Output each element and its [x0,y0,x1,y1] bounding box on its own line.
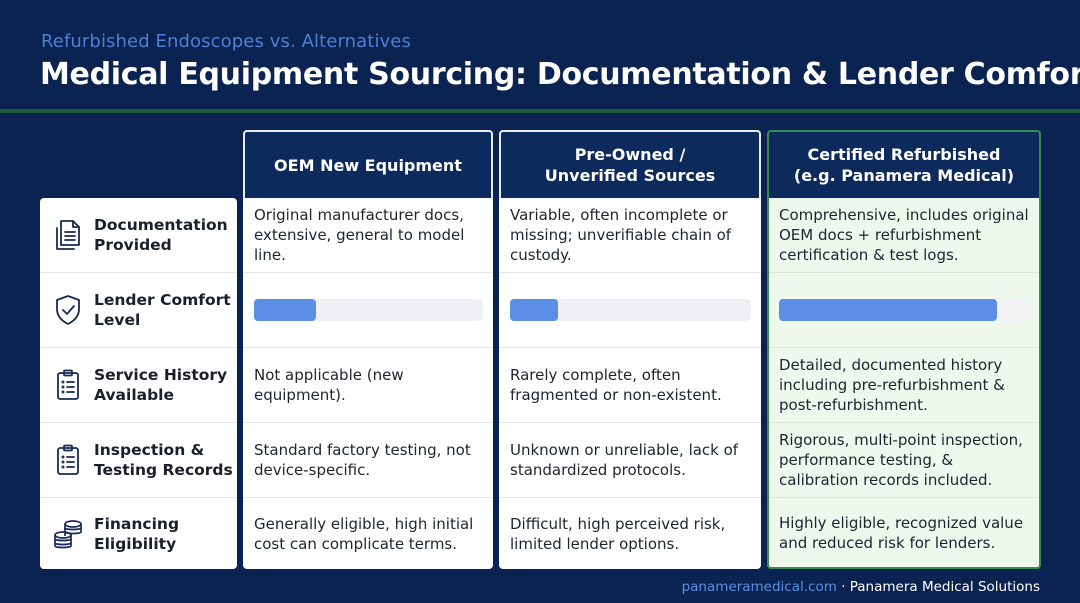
column-certified-refurbished: Comprehensive, includes original OEM doc… [767,198,1041,569]
table-cell: Rigorous, multi-point inspection, perfor… [769,423,1039,498]
lender-comfort-bar-fill [510,299,559,321]
shield-check-icon [40,293,94,327]
table-cell: Variable, often incomplete or missing; u… [499,198,761,273]
page-title: Medical Equipment Sourcing: Documentatio… [40,57,1080,92]
column-header-pre-owned: Pre-Owned / Unverified Sources [499,130,761,198]
lender-comfort-bar [510,299,751,321]
row-label-text: Documentation Provided [94,216,228,254]
column-pre-owned: Variable, often incomplete or missing; u… [499,198,761,569]
table-cell-lender-comfort [499,273,761,348]
lender-comfort-bar-fill [254,299,316,321]
row-label-text: Service History Available [94,366,228,404]
clipboard-list-icon [40,368,94,402]
document-icon [40,218,94,252]
footer-separator: · [836,579,850,595]
table-cell: Highly eligible, recognized value and re… [779,513,1024,552]
column-header-oem-new: OEM New Equipment [243,130,493,198]
row-label-service-history: Service History Available [40,348,237,423]
table-cell: Standard factory testing, not device-spe… [243,423,493,498]
company-name: Panamera Medical Solutions [849,579,1040,595]
column-oem-new: Original manufacturer docs, extensive, g… [243,198,493,569]
row-label-text: Inspection & Testing Records [94,441,233,479]
table-cell: Difficult, high perceived risk, limited … [510,514,726,553]
table-cell: Original manufacturer docs, extensive, g… [243,198,493,273]
lender-comfort-bar [779,299,1029,321]
row-label-inspection: Inspection & Testing Records [40,423,237,498]
row-label-text: Financing Eligibility [94,514,180,553]
row-label-text: Lender Comfort Level [94,291,231,329]
page-subtitle: Refurbished Endoscopes vs. Alternatives [41,31,411,52]
table-cell-lender-comfort [769,273,1039,348]
lender-comfort-bar-fill [779,299,997,321]
table-cell: Comprehensive, includes original OEM doc… [769,198,1039,273]
column-header-certified-refurbished: Certified Refurbished (e.g. Panamera Med… [767,130,1041,198]
table-cell: Rarely complete, often fragmented or non… [499,348,761,423]
table-cell: Not applicable (new equipment). [243,348,493,423]
row-labels-panel: Documentation Provided Lender Comfort Le… [40,198,237,569]
clipboard-list-icon [40,443,94,477]
footer: panameramedical.com · Panamera Medical S… [682,579,1040,595]
table-cell: Detailed, documented history including p… [769,348,1039,423]
table-cell: Unknown or unreliable, lack of standardi… [499,423,761,498]
row-label-financing: Financing Eligibility [40,498,237,569]
row-label-lender-comfort: Lender Comfort Level [40,273,237,348]
lender-comfort-bar [254,299,483,321]
title-divider [0,109,1080,113]
table-cell: Generally eligible, high initial cost ca… [254,514,474,553]
coins-stack-icon [40,518,94,550]
website-link[interactable]: panameramedical.com [682,579,837,595]
row-label-documentation: Documentation Provided [40,198,237,273]
table-cell-lender-comfort [243,273,493,348]
